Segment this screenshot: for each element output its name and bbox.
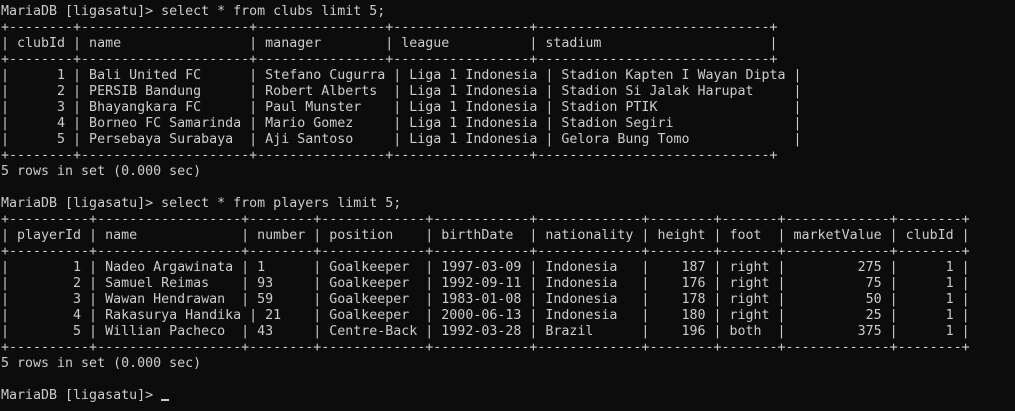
players-table-row: | 1 | Nadeo Argawinata | 1 | Goalkeeper … (1, 260, 970, 275)
players-table-row: | 5 | Willian Pacheco | 43 | Centre-Back… (1, 324, 970, 339)
query-prompt-players: MariaDB [ligasatu]> select * from player… (1, 196, 402, 211)
current-prompt-line[interactable]: MariaDB [ligasatu]> (1, 388, 1015, 404)
clubs-table-header: | clubId | name | manager | league | sta… (1, 36, 778, 51)
text-cursor (161, 399, 170, 401)
players-table-row: | 3 | Wawan Hendrawan | 59 | Goalkeeper … (1, 292, 970, 307)
clubs-table-row: | 1 | Bali United FC | Stefano Cugurra |… (1, 68, 802, 83)
current-prompt: MariaDB [ligasatu]> (1, 388, 162, 403)
players-table-header: | playerId | name | number | position | … (1, 228, 970, 243)
query-prompt-clubs: MariaDB [ligasatu]> select * from clubs … (1, 4, 386, 19)
players-table-border-bottom: +----------+------------------+--------+… (1, 340, 970, 355)
players-table-row: | 2 | Samuel Reimas | 93 | Goalkeeper | … (1, 276, 970, 291)
players-table-row: | 4 | Rakasurya Handika | 21 | Goalkeepe… (1, 308, 970, 323)
clubs-table-border-mid: +--------+---------------------+--------… (1, 52, 778, 67)
clubs-row-count: 5 rows in set (0.000 sec) (1, 164, 202, 179)
players-table-border-mid: +----------+------------------+--------+… (1, 244, 970, 259)
players-table-border-top: +----------+------------------+--------+… (1, 212, 970, 227)
clubs-table-border-bottom: +--------+---------------------+--------… (1, 148, 778, 163)
clubs-table-row: | 3 | Bhayangkara FC | Paul Munster | Li… (1, 100, 802, 115)
players-row-count: 5 rows in set (0.000 sec) (1, 356, 202, 371)
terminal-window[interactable]: MariaDB [ligasatu]> select * from clubs … (0, 0, 1015, 411)
clubs-table-row: | 4 | Borneo FC Samarinda | Mario Gomez … (1, 116, 802, 131)
clubs-table-row: | 5 | Persebaya Surabaya | Aji Santoso |… (1, 132, 802, 147)
clubs-table-row: | 2 | PERSIB Bandung | Robert Alberts | … (1, 84, 802, 99)
clubs-table-border-top: +--------+---------------------+--------… (1, 20, 778, 35)
